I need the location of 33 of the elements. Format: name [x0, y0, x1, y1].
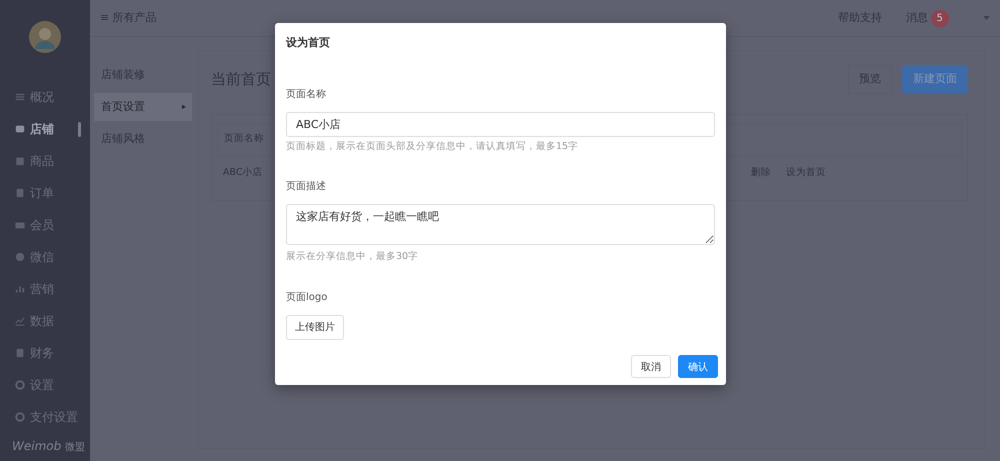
- active-indicator: [78, 122, 81, 137]
- input-field[interactable]: ABC小店: [286, 112, 715, 136]
- subnav-item[interactable]: 首页设置 ▸: [94, 93, 192, 121]
- dialog-title: 设为首页: [286, 35, 331, 51]
- new-page-button[interactable]: 新建页面: [902, 65, 968, 94]
- help-text: 展示在分享信息中，最多30字: [286, 250, 420, 264]
- cancel-button[interactable]: 取消: [631, 355, 671, 378]
- count-badge: 5: [930, 10, 949, 26]
- confirm-button[interactable]: 确认: [678, 355, 718, 378]
- sidebar-item[interactable]: 店铺: [0, 113, 90, 145]
- field-label: 页面logo: [286, 290, 328, 304]
- field-label: 页面描述: [286, 180, 327, 194]
- card-icon: [15, 220, 25, 230]
- textarea-field[interactable]: 这家店有好货，一起瞧一瞧吧: [286, 204, 715, 245]
- sidebar-item[interactable]: 数据: [0, 305, 90, 337]
- line-chart-icon: [15, 316, 25, 326]
- bar-chart-icon: [15, 284, 25, 294]
- sidebar-item[interactable]: 微信: [0, 241, 90, 273]
- list-icon: [15, 92, 25, 102]
- sidebar-item[interactable]: 财务: [0, 337, 90, 369]
- sidebar-item[interactable]: 营销: [0, 273, 90, 305]
- caret-icon[interactable]: [983, 16, 990, 20]
- avatar[interactable]: [29, 21, 61, 53]
- upload-button[interactable]: 上传图片: [286, 314, 344, 340]
- sidebar-item[interactable]: 订单: [0, 177, 90, 209]
- sidebar-item[interactable]: 商品: [0, 145, 90, 177]
- brand-logo: Weimob 微盟: [11, 438, 86, 455]
- field-label: 页面名称: [286, 88, 327, 102]
- sidebar-item[interactable]: 支付设置: [0, 401, 90, 433]
- help-text: 页面标题，展示在页面头部及分享信息中，请认真填写，最多15字: [286, 140, 580, 154]
- sidebar-item[interactable]: 概况: [0, 81, 90, 113]
- sidebar-item[interactable]: 设置: [0, 369, 90, 401]
- sidebar-item[interactable]: 会员: [0, 209, 90, 241]
